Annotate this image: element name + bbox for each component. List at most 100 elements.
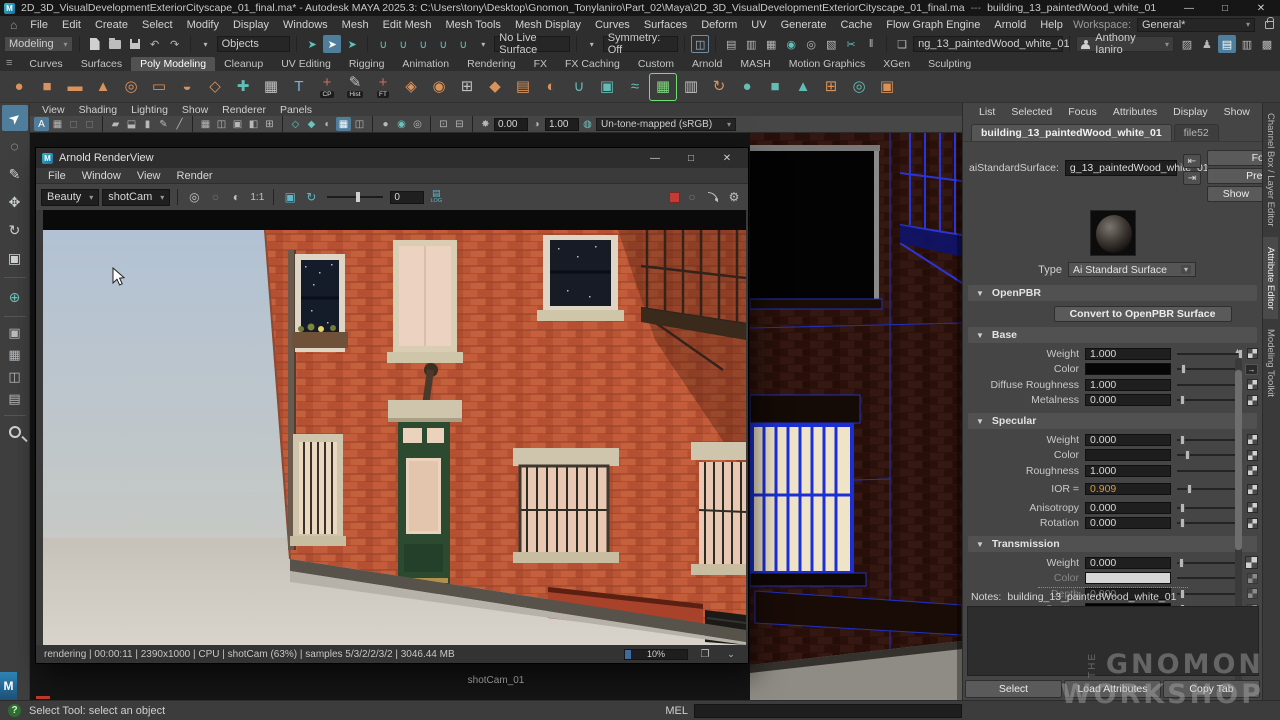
menu-item[interactable]: Help [1033, 19, 1070, 31]
shelf-tab[interactable]: UV Editing [272, 57, 340, 71]
map-checker-icon[interactable] [1247, 395, 1258, 406]
shelf-tool-icon[interactable]: ▲ [790, 74, 816, 100]
film-gate-icon[interactable]: ◫ [214, 117, 229, 131]
output-connection-icon[interactable]: ⇥ [1183, 171, 1201, 185]
snap-curve-icon[interactable]: ∪ [394, 35, 412, 53]
mask-expand-icon[interactable]: ▾ [197, 35, 215, 53]
render-icon[interactable]: ▤ [722, 35, 740, 53]
tab-file-node[interactable]: file52 [1174, 124, 1219, 141]
mel-command-input[interactable] [694, 704, 962, 718]
motion-blur-icon[interactable]: ◎ [410, 117, 425, 131]
clapboard-icon[interactable]: ✂ [842, 35, 860, 53]
menu-item[interactable]: Arnold [987, 19, 1033, 31]
map-checker-icon[interactable] [1247, 379, 1258, 390]
shaded-icon[interactable]: ◆ [304, 117, 319, 131]
attr-slider[interactable] [1177, 439, 1241, 441]
panel-menu-item[interactable]: Shading [73, 104, 124, 116]
live-surface-expand-icon[interactable]: ▾ [474, 35, 492, 53]
section-transmission[interactable]: ▼Transmission [968, 536, 1257, 552]
renderview-menu-item[interactable]: File [40, 170, 74, 182]
redo-icon[interactable]: ↷ [166, 35, 184, 53]
tonemap-dropdown[interactable]: Un-tone-mapped (sRGB)▾ [596, 118, 736, 131]
shelf-tab[interactable]: Surfaces [72, 57, 131, 71]
crop-region-icon[interactable]: ▣ [281, 188, 299, 206]
shelf-tab[interactable]: Custom [629, 57, 683, 71]
undo-icon[interactable]: ↶ [146, 35, 164, 53]
shelf-tool-icon[interactable]: ▣ [874, 74, 900, 100]
menu-item[interactable]: Display [226, 19, 276, 31]
attribute-editor-menu-item[interactable]: Selected [1003, 106, 1060, 118]
gamma-field[interactable]: 1.00 [545, 118, 579, 131]
textured-icon[interactable]: ◐ [320, 117, 335, 131]
open-scene-icon[interactable] [106, 35, 124, 53]
shelf-tab[interactable]: Poly Modeling [131, 57, 215, 71]
xray-icon[interactable]: ⊟ [452, 117, 467, 131]
search-field[interactable]: ng_13_paintedWood_white_01 [913, 36, 1063, 52]
panel-menu-item[interactable]: Show [176, 104, 214, 116]
symmetry-expand-icon[interactable]: ▾ [583, 35, 601, 53]
sidebar-toggle-attribute-editor-icon[interactable]: ▤ [1218, 35, 1236, 53]
shelf-tool-icon[interactable]: ■ [762, 74, 788, 100]
outliner-layout-icon[interactable]: ▤ [2, 389, 28, 409]
map-checker-icon[interactable] [1247, 465, 1258, 476]
shelf-tool-icon[interactable]: ▤ [510, 74, 536, 100]
renderview-menu-item[interactable]: View [129, 170, 169, 182]
shelf-tool-icon[interactable]: ● [6, 74, 32, 100]
menu-item[interactable]: Select [135, 19, 180, 31]
notes-textarea[interactable] [967, 606, 1259, 676]
renderview-settings-gear-icon[interactable]: ⚙ [725, 188, 743, 206]
lock-camera-icon[interactable]: ▦ [50, 117, 65, 131]
view-transform-icon[interactable]: ◍ [580, 117, 595, 131]
attr-value-field[interactable]: 0.000 [1085, 502, 1171, 514]
attr-slider[interactable] [1177, 454, 1241, 456]
wireframe-icon[interactable]: ◇ [288, 117, 303, 131]
sidebar-toggle-channel-box-icon[interactable]: ▩ [1258, 35, 1276, 53]
shelf-tool-icon[interactable]: ◇ [202, 74, 228, 100]
map-connected-icon[interactable]: → [1245, 364, 1258, 375]
shelf-tool-icon[interactable]: ◎ [118, 74, 144, 100]
shelf-tab[interactable]: Animation [393, 57, 458, 71]
shelf-tool-icon[interactable]: ◒ [174, 74, 200, 100]
attribute-editor-menu-item[interactable]: Focus [1060, 106, 1105, 118]
shelf-tab[interactable]: Arnold [683, 57, 731, 71]
menu-item[interactable]: Generate [774, 19, 834, 31]
attribute-editor-menu-item[interactable]: Attributes [1105, 106, 1165, 118]
single-pane-layout-icon[interactable]: ▣ [2, 323, 28, 343]
resolution-gate-icon[interactable]: ▣ [230, 117, 245, 131]
shelf-menu-icon[interactable]: ≡ [6, 57, 12, 69]
home-icon[interactable]: ⌂ [10, 18, 17, 32]
shelf-tab[interactable]: MASH [731, 57, 779, 71]
shelf-tool-icon[interactable]: ≈ [622, 74, 648, 100]
map-checker-icon[interactable] [1247, 502, 1258, 513]
stop-render-icon[interactable] [669, 192, 680, 203]
snapshot-icon[interactable]: ╱ [172, 117, 187, 131]
move-tool-icon[interactable]: ✥ [2, 189, 28, 215]
2d-pan-zoom-icon[interactable]: ⬓ [124, 117, 139, 131]
section-base[interactable]: ▼Base [968, 327, 1257, 343]
shelf-tool-icon[interactable]: ✚ [230, 74, 256, 100]
menu-set-dropdown[interactable]: Modeling▾ [4, 36, 73, 52]
attr-slider[interactable] [1177, 384, 1241, 386]
select-tool-icon[interactable]: ➤ [2, 105, 28, 131]
gate-mask-icon[interactable]: ◧ [246, 117, 261, 131]
renderview-menu-item[interactable]: Window [74, 170, 129, 182]
shelf-tab[interactable]: Cleanup [215, 57, 272, 71]
menu-item[interactable]: Windows [276, 19, 335, 31]
menu-item[interactable]: Surfaces [637, 19, 694, 31]
menu-item[interactable]: Cache [833, 19, 879, 31]
shelf-tool-icon[interactable]: ⊞ [818, 74, 844, 100]
section-openpbr[interactable]: ▼OpenPBR [968, 285, 1257, 301]
color-swatch[interactable] [1085, 572, 1171, 584]
color-swatch[interactable] [1085, 449, 1171, 461]
attribute-editor-menu-item[interactable]: List [971, 106, 1003, 118]
minimize-button[interactable]: — [1174, 0, 1204, 16]
shelf-tab[interactable]: Motion Graphics [780, 57, 874, 71]
material-swatch-sphere[interactable] [1090, 210, 1136, 256]
color-swatch[interactable] [1085, 363, 1171, 375]
attr-value-field[interactable]: 0.000 [1085, 517, 1171, 529]
shelf-tool-icon[interactable]: ● [734, 74, 760, 100]
lookdev-book-icon[interactable]: ❏ [893, 35, 911, 53]
attr-value-field[interactable]: 0.909 [1085, 483, 1171, 495]
rotate-tool-icon[interactable]: ↻ [2, 217, 28, 243]
attr-slider[interactable] [1177, 399, 1241, 401]
